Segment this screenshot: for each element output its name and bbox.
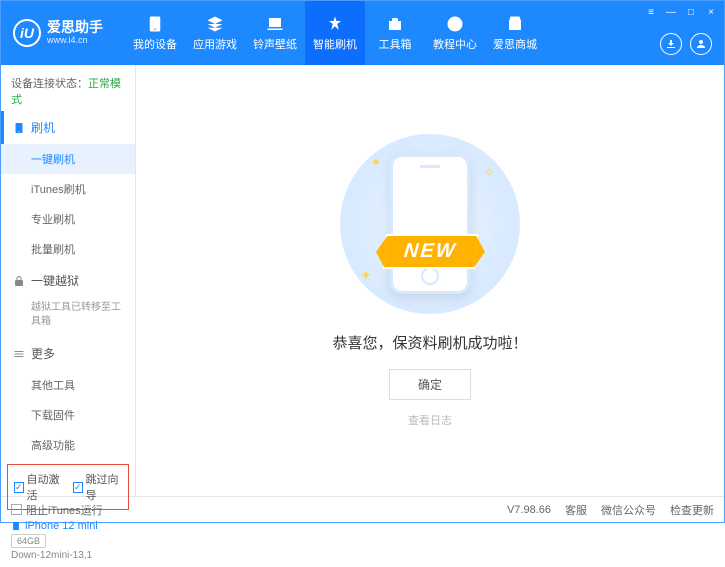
maximize-button[interactable]: □ (684, 5, 698, 19)
menu-icon (13, 348, 25, 360)
phone-illustration-icon (390, 154, 470, 294)
media-icon (266, 15, 284, 33)
checkbox-auto-activate[interactable]: ✓自动激活 (14, 471, 63, 503)
device-icon (11, 520, 21, 532)
ok-button[interactable]: 确定 (389, 369, 471, 400)
close-button[interactable]: × (704, 5, 718, 19)
jailbreak-note: 越狱工具已转移至工具箱 (1, 297, 135, 337)
app-header: iU 爱思助手 www.i4.cn 我的设备应用游戏铃声壁纸智能刷机工具箱教程中… (1, 1, 724, 65)
app-subtitle: www.i4.cn (47, 36, 103, 46)
sidebar-section-flash[interactable]: 刷机 (1, 111, 135, 144)
lock-icon (13, 275, 25, 287)
device-status: 设备连接状态：正常模式 (1, 71, 135, 111)
sidebar-item-flash-1[interactable]: iTunes刷机 (1, 174, 135, 204)
sidebar: 设备连接状态：正常模式 刷机 一键刷机iTunes刷机专业刷机批量刷机 一键越狱… (1, 65, 136, 496)
connected-device[interactable]: iPhone 12 mini 64GB Down-12mini-13,1 (1, 514, 135, 567)
firmware-label: Down-12mini-13,1 (11, 550, 125, 561)
success-illustration: NEW ✦ ✧ ✦ (340, 134, 520, 314)
view-log-link[interactable]: 查看日志 (408, 412, 452, 428)
flash-icon (326, 15, 344, 33)
nav-store[interactable]: 爱思商城 (485, 1, 545, 65)
store-icon (506, 15, 524, 33)
sidebar-section-more[interactable]: 更多 (1, 337, 135, 370)
logo-icon: iU (13, 19, 41, 47)
phone-icon (13, 122, 25, 134)
toolbox-icon (386, 15, 404, 33)
sidebar-item-flash-0[interactable]: 一键刷机 (1, 144, 135, 174)
download-icon[interactable] (660, 33, 682, 55)
nav-media[interactable]: 铃声壁纸 (245, 1, 305, 65)
check-update-link[interactable]: 检查更新 (670, 502, 714, 518)
user-icon[interactable] (690, 33, 712, 55)
wechat-link[interactable]: 微信公众号 (601, 502, 656, 518)
version-label: V7.98.66 (507, 504, 551, 516)
nav-tutorial[interactable]: 教程中心 (425, 1, 485, 65)
new-banner: NEW (382, 234, 478, 269)
tutorial-icon (446, 15, 464, 33)
sidebar-item-flash-3[interactable]: 批量刷机 (1, 234, 135, 264)
settings-icon[interactable]: ≡ (644, 5, 658, 19)
customer-service-link[interactable]: 客服 (565, 502, 587, 518)
sidebar-item-more-1[interactable]: 下载固件 (1, 400, 135, 430)
minimize-button[interactable]: — (664, 5, 678, 19)
storage-badge: 64GB (11, 534, 46, 548)
checkbox-skip-guide[interactable]: ✓跳过向导 (73, 471, 122, 503)
nav-apps[interactable]: 应用游戏 (185, 1, 245, 65)
logo: iU 爱思助手 www.i4.cn (1, 19, 115, 47)
block-itunes-label: 阻止iTunes运行 (26, 502, 103, 518)
sidebar-section-jailbreak[interactable]: 一键越狱 (1, 264, 135, 297)
nav-toolbox[interactable]: 工具箱 (365, 1, 425, 65)
sidebar-item-more-2[interactable]: 高级功能 (1, 430, 135, 460)
device-icon (146, 15, 164, 33)
nav-flash[interactable]: 智能刷机 (305, 1, 365, 65)
checkbox-block-itunes[interactable] (11, 504, 22, 515)
window-controls: ≡ — □ × (644, 5, 718, 19)
app-title: 爱思助手 (47, 20, 103, 35)
sidebar-item-more-0[interactable]: 其他工具 (1, 370, 135, 400)
nav-device[interactable]: 我的设备 (125, 1, 185, 65)
main-content: NEW ✦ ✧ ✦ 恭喜您，保资料刷机成功啦！ 确定 查看日志 (136, 65, 724, 496)
apps-icon (206, 15, 224, 33)
main-nav: 我的设备应用游戏铃声壁纸智能刷机工具箱教程中心爱思商城 (125, 1, 545, 65)
sidebar-item-flash-2[interactable]: 专业刷机 (1, 204, 135, 234)
success-message: 恭喜您，保资料刷机成功啦！ (332, 332, 527, 353)
